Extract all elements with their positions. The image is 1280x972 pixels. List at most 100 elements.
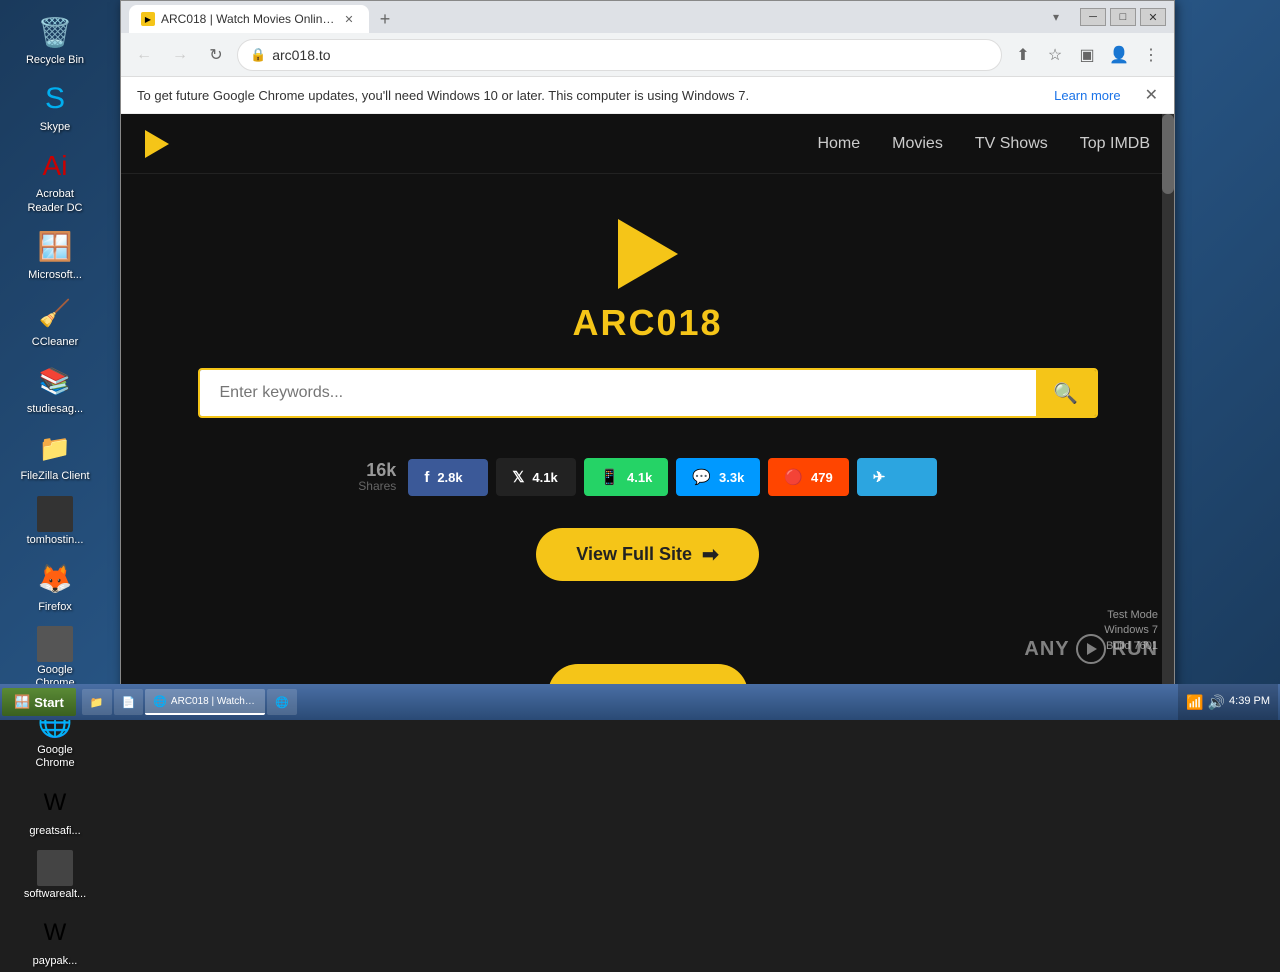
taskbar: 🪟 Start 📁 📄 🌐 ARC018 | Watch Mo... 🌐 📶 🔊…: [0, 684, 1280, 720]
title-bar: ▶ ARC018 | Watch Movies Online, Str... ✕…: [121, 1, 1174, 33]
start-label: Start: [34, 695, 64, 710]
sidepanel-icon[interactable]: ▣: [1072, 40, 1102, 70]
reload-button[interactable]: ↻: [201, 40, 231, 70]
site-logo-icon: [145, 130, 169, 158]
testmode-os: Windows 7: [1104, 623, 1158, 638]
address-bar[interactable]: [272, 47, 989, 63]
acrobat-label: Acrobat Reader DC: [19, 188, 91, 214]
anyrun-triangle: [1087, 643, 1097, 655]
nav-top-imdb[interactable]: Top IMDB: [1080, 135, 1150, 153]
desktop-icon-greatsafi[interactable]: W greatsafi...: [15, 779, 95, 842]
telegram-icon: ✈: [873, 468, 886, 486]
word-icon: 📄: [122, 696, 136, 709]
tab-dropdown-icon[interactable]: ▾: [1044, 5, 1068, 29]
bookmark-icon[interactable]: ☆: [1040, 40, 1070, 70]
telegram-share-button[interactable]: ✈: [857, 458, 937, 496]
firefox-label: Firefox: [38, 601, 72, 614]
desktop-icon-tomhosting[interactable]: tomhostin...: [15, 492, 95, 551]
scrollbar-thumb[interactable]: [1162, 114, 1174, 194]
desktop-icon-firefox[interactable]: 🦊 Firefox: [15, 555, 95, 618]
hero-title: ARC018: [572, 302, 722, 344]
twitter-share-button[interactable]: 𝕏 4.1k: [496, 458, 576, 496]
studiesag-icon: 📚: [35, 361, 75, 401]
facebook-icon: f: [424, 469, 429, 486]
share-icon[interactable]: ⬆: [1008, 40, 1038, 70]
site-nav-links: Home Movies TV Shows Top IMDB: [817, 135, 1150, 153]
taskbar-item-chrome[interactable]: 🌐 ARC018 | Watch Mo...: [145, 689, 265, 715]
search-bar-container: 🔍: [198, 368, 1098, 418]
minimize-button[interactable]: ─: [1080, 8, 1106, 26]
firefox-icon: 🦊: [35, 559, 75, 599]
site-content: Home Movies TV Shows Top IMDB ARC018: [121, 114, 1174, 694]
info-bar-close[interactable]: ✕: [1145, 85, 1158, 105]
nav-movies[interactable]: Movies: [892, 135, 943, 153]
desktop-icon-softwarealt[interactable]: softwarealt...: [15, 846, 95, 905]
hero-logo: ARC018: [572, 214, 722, 344]
recycle-bin-label: Recycle Bin: [26, 54, 84, 67]
desktop-icon-microsoft[interactable]: 🪟 Microsoft...: [15, 223, 95, 286]
close-button[interactable]: ✕: [1140, 8, 1166, 26]
softwarealt-label: softwarealt...: [24, 888, 86, 901]
recycle-bin-icon: 🗑️: [35, 12, 75, 52]
desktop-icon-paypak[interactable]: W paypak...: [15, 909, 95, 972]
profile-icon[interactable]: 👤: [1104, 40, 1134, 70]
desktop-icon-studiesag[interactable]: 📚 studiesag...: [15, 357, 95, 420]
volume-tray-icon: 🔊: [1208, 694, 1225, 711]
testmode-build: Build 7601: [1104, 639, 1158, 654]
nav-tv-shows[interactable]: TV Shows: [975, 135, 1048, 153]
new-tab-button[interactable]: +: [371, 5, 399, 33]
search-button[interactable]: 🔍: [1036, 370, 1096, 416]
info-bar-text: To get future Google Chrome updates, you…: [137, 88, 749, 103]
forward-button[interactable]: →: [165, 40, 195, 70]
chrome-label: Google Chrome: [19, 744, 91, 770]
start-button[interactable]: 🪟 Start: [2, 688, 76, 716]
info-bar-actions: Learn more ✕: [1054, 85, 1158, 105]
active-tab[interactable]: ▶ ARC018 | Watch Movies Online, Str... ✕: [129, 5, 369, 33]
menu-icon[interactable]: ⋮: [1136, 40, 1166, 70]
arrow-icon: ➡: [702, 542, 719, 567]
desktop-icon-filezilla[interactable]: 📁 FileZilla Client: [15, 424, 95, 487]
view-full-site-label: View Full Site: [576, 544, 692, 565]
address-bar-container[interactable]: 🔒: [237, 39, 1002, 71]
whatsapp-share-button[interactable]: 📱 4.1k: [584, 458, 668, 496]
desktop-icon-acrobat[interactable]: Ai Acrobat Reader DC: [15, 142, 95, 218]
back-button[interactable]: ←: [129, 40, 159, 70]
clock-time: 4:39 PM: [1229, 694, 1270, 709]
skype-icon: S: [35, 79, 75, 119]
filezilla-label: FileZilla Client: [20, 470, 89, 483]
taskbar-item-explorer[interactable]: 📁: [82, 689, 112, 715]
browser-toolbar: ← → ↻ 🔒 ⬆ ☆ ▣ 👤 ⋮: [121, 33, 1174, 77]
reddit-icon: 🔴: [784, 468, 803, 486]
taskbar-item-word1[interactable]: 📄: [114, 689, 144, 715]
desktop-icon-skype[interactable]: S Skype: [15, 75, 95, 138]
site-logo: [145, 130, 169, 158]
view-full-site-button[interactable]: View Full Site ➡: [536, 528, 758, 581]
twitter-count: 4.1k: [532, 470, 557, 485]
testmode-label: Test Mode: [1104, 608, 1158, 623]
explorer-icon: 📁: [90, 696, 104, 709]
microsoft-icon: 🪟: [35, 227, 75, 267]
messenger-share-button[interactable]: 💬 3.3k: [676, 458, 760, 496]
facebook-share-button[interactable]: f 2.8k: [408, 459, 488, 496]
taskbar-items: 📁 📄 🌐 ARC018 | Watch Mo... 🌐: [78, 689, 1176, 715]
reddit-share-button[interactable]: 🔴 479: [768, 458, 848, 496]
paypak-icon: W: [35, 913, 75, 953]
paypak-label: paypak...: [33, 955, 78, 968]
windows-icon: 🪟: [14, 694, 30, 710]
scrollbar[interactable]: [1162, 114, 1174, 694]
tab-close-button[interactable]: ✕: [341, 11, 357, 27]
reddit-count: 479: [811, 470, 833, 485]
tab-favicon: ▶: [141, 12, 155, 26]
filezilla-icon: 📁: [35, 428, 75, 468]
search-input[interactable]: [200, 370, 1036, 416]
skype-label: Skype: [40, 121, 71, 134]
maximize-button[interactable]: □: [1110, 8, 1136, 26]
anyrun-logo-icon: [1076, 634, 1106, 664]
info-bar: To get future Google Chrome updates, you…: [121, 77, 1174, 114]
whatsapp-icon: 📱: [600, 468, 619, 486]
learn-more-link[interactable]: Learn more: [1054, 88, 1120, 103]
desktop-icon-ccleaner[interactable]: 🧹 CCleaner: [15, 290, 95, 353]
taskbar-item-ie[interactable]: 🌐: [267, 689, 297, 715]
desktop-icon-recycle-bin[interactable]: 🗑️ Recycle Bin: [15, 8, 95, 71]
nav-home[interactable]: Home: [817, 135, 860, 153]
